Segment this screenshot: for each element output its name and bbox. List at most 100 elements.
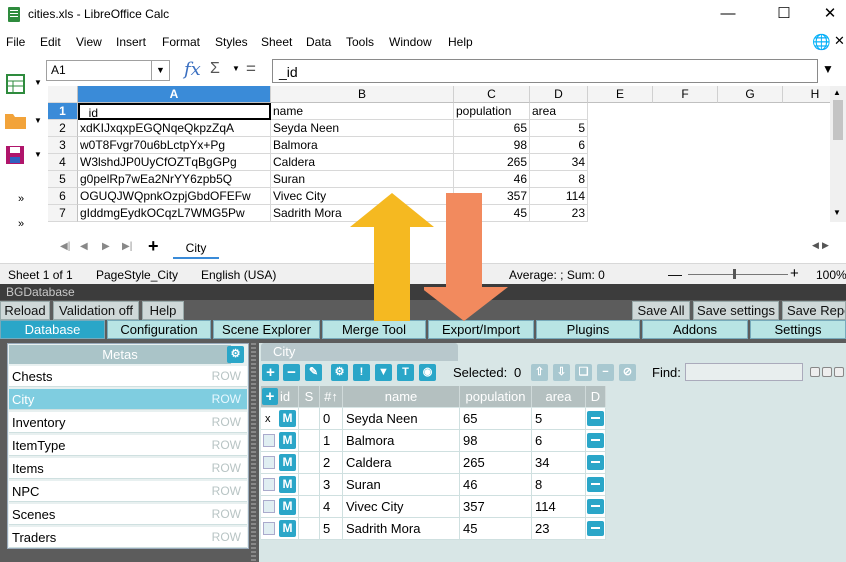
meta-traders[interactable]: Traders ROW xyxy=(9,527,247,548)
row-header[interactable]: 4 xyxy=(48,154,78,171)
row-header[interactable]: 3 xyxy=(48,137,78,154)
delete-row-icon[interactable] xyxy=(587,433,604,448)
row-checkbox[interactable] xyxy=(263,500,275,513)
add-icon[interactable]: + xyxy=(262,388,278,405)
expand-formula-icon[interactable]: ▼ xyxy=(822,62,834,76)
scroll-left-icon[interactable]: ◀ xyxy=(812,240,819,251)
gear-icon[interactable]: ⚙ xyxy=(227,346,244,363)
column-header-s[interactable]: S xyxy=(299,386,320,407)
save-repo-button[interactable]: Save Repo xyxy=(782,301,846,320)
language[interactable]: English (USA) xyxy=(201,268,276,282)
column-header-a[interactable]: A xyxy=(78,86,271,103)
scroll-right-icon[interactable]: ▶ xyxy=(822,240,829,251)
delete-row-icon[interactable] xyxy=(587,455,604,470)
zoom-level[interactable]: 100% xyxy=(816,268,846,282)
cell[interactable]: area xyxy=(530,103,588,120)
area-cell[interactable]: 6 xyxy=(532,430,586,452)
cell[interactable]: 5 xyxy=(530,120,588,137)
population-cell[interactable]: 45 xyxy=(460,518,532,540)
column-header-d[interactable]: D xyxy=(530,86,588,103)
move-up-icon[interactable]: ⇧ xyxy=(531,364,548,381)
column-header-h[interactable]: H xyxy=(783,86,830,103)
population-cell[interactable]: 65 xyxy=(460,408,532,430)
row-select-cell[interactable]: M xyxy=(261,474,299,496)
open-folder-icon[interactable] xyxy=(4,110,28,130)
cell[interactable]: Caldera xyxy=(271,154,454,171)
area-cell[interactable]: 5 xyxy=(532,408,586,430)
help-button[interactable]: Help xyxy=(142,301,184,320)
row-header[interactable]: 6 xyxy=(48,188,78,205)
minimize-button[interactable]: — xyxy=(718,4,738,24)
name-cell[interactable]: Sadrith Mora xyxy=(343,518,460,540)
cell[interactable]: 34 xyxy=(530,154,588,171)
last-sheet-icon[interactable]: ▶| xyxy=(122,241,132,252)
cell[interactable]: 8 xyxy=(530,171,588,188)
remove-row-icon[interactable]: − xyxy=(283,364,300,381)
reload-button[interactable]: Reload xyxy=(0,301,50,320)
column-header-name[interactable]: name xyxy=(343,386,460,407)
tab-configuration[interactable]: Configuration xyxy=(107,320,211,339)
row-header[interactable]: 2 xyxy=(48,120,78,137)
table-row[interactable]: M 1 Balmora 98 6 xyxy=(261,430,606,452)
save-all-button[interactable]: Save All xyxy=(632,301,690,320)
cell[interactable]: Suran xyxy=(271,171,454,188)
validation-button[interactable]: Validation off xyxy=(53,301,139,320)
first-sheet-icon[interactable]: ◀| xyxy=(60,241,70,252)
zoom-in-icon[interactable]: + xyxy=(790,265,799,282)
meta-chests[interactable]: Chests ROW xyxy=(9,366,247,387)
meta-edit-button[interactable]: M xyxy=(279,498,296,515)
cell-a1[interactable]: _id xyxy=(78,103,271,120)
cell[interactable]: 98 xyxy=(454,137,530,154)
add-sheet-icon[interactable]: + xyxy=(148,236,159,257)
menu-insert[interactable]: Insert xyxy=(116,35,146,49)
table-row[interactable]: M 5 Sadrith Mora 45 23 xyxy=(261,518,606,540)
find-option-checkbox[interactable] xyxy=(822,367,832,377)
menu-sheet[interactable]: Sheet xyxy=(261,35,292,49)
menu-format[interactable]: Format xyxy=(162,35,200,49)
row-select-cell[interactable]: M xyxy=(261,518,299,540)
add-row-icon[interactable]: + xyxy=(262,364,279,381)
row-header[interactable]: 7 xyxy=(48,205,78,222)
formula-equals-icon[interactable]: = xyxy=(246,59,256,79)
menu-styles[interactable]: Styles xyxy=(215,35,248,49)
gear-icon[interactable]: ⚙ xyxy=(331,364,348,381)
meta-inventory[interactable]: Inventory ROW xyxy=(9,412,247,433)
row-header[interactable]: 5 xyxy=(48,171,78,188)
menu-data[interactable]: Data xyxy=(306,35,331,49)
edit-icon[interactable]: ✎ xyxy=(305,364,322,381)
row-header[interactable]: 1 xyxy=(48,103,78,120)
cell[interactable]: W3lshdJP0UyCfOZTqBgGPg xyxy=(78,154,271,171)
filter-icon[interactable]: ▼ xyxy=(375,364,392,381)
chevron-down-icon[interactable]: ▼ xyxy=(151,61,169,80)
name-cell[interactable]: Caldera xyxy=(343,452,460,474)
chevron-down-icon[interactable]: ▼ xyxy=(34,116,42,125)
menu-help[interactable]: Help xyxy=(448,35,473,49)
cell[interactable]: w0T8Fvgr70u6bLctpYx+Pg xyxy=(78,137,271,154)
meta-npc[interactable]: NPC ROW xyxy=(9,481,247,502)
maximize-button[interactable]: ☐ xyxy=(774,4,794,24)
tab-settings[interactable]: Settings xyxy=(750,320,846,339)
scroll-down-icon[interactable]: ▼ xyxy=(833,208,841,217)
find-option-checkbox[interactable] xyxy=(810,367,820,377)
delete-row-icon[interactable] xyxy=(587,477,604,492)
row-checkbox[interactable] xyxy=(263,434,275,447)
save-settings-button[interactable]: Save settings xyxy=(693,301,779,320)
menu-file[interactable]: File xyxy=(6,35,25,49)
population-cell[interactable]: 46 xyxy=(460,474,532,496)
name-cell[interactable]: Balmora xyxy=(343,430,460,452)
row-select-cell[interactable]: xM xyxy=(261,408,299,430)
new-spreadsheet-icon[interactable] xyxy=(6,74,26,94)
zoom-slider[interactable] xyxy=(688,274,788,275)
move-down-icon[interactable]: ⇩ xyxy=(553,364,570,381)
scroll-up-icon[interactable]: ▲ xyxy=(833,88,841,97)
page-style[interactable]: PageStyle_City xyxy=(96,268,178,282)
name-box[interactable]: A1 ▼ xyxy=(46,60,170,81)
tab-scene-explorer[interactable]: Scene Explorer xyxy=(213,320,320,339)
find-input[interactable] xyxy=(685,363,803,381)
cell[interactable]: Balmora xyxy=(271,137,454,154)
area-cell[interactable]: 23 xyxy=(532,518,586,540)
row-select-cell[interactable]: M xyxy=(261,452,299,474)
clear-selection-icon[interactable]: ⊘ xyxy=(619,364,636,381)
meta-edit-button[interactable]: M xyxy=(279,454,296,471)
cell[interactable]: 23 xyxy=(530,205,588,222)
